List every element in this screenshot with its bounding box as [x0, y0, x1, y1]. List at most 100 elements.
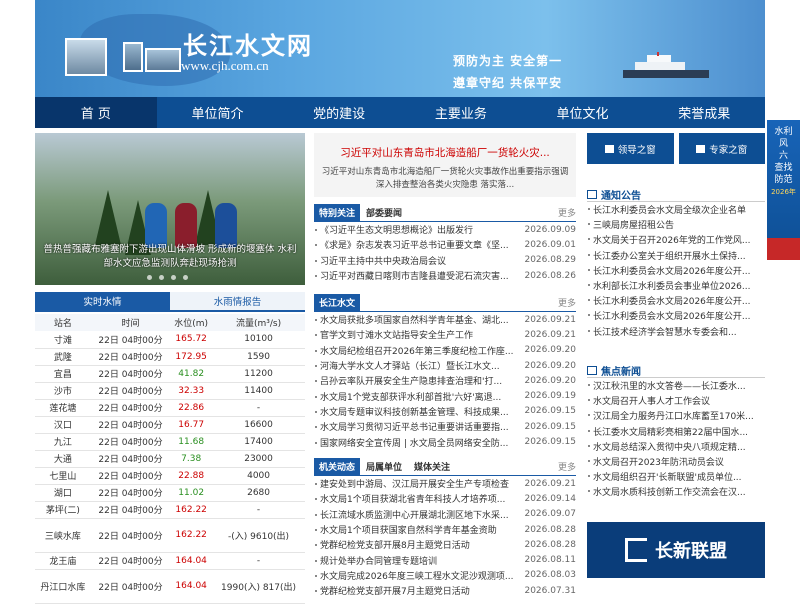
cjsw-news-item-title[interactable]: 水文局学习贯彻习近平总书记重要讲话重要指...: [314, 420, 522, 433]
agency-news-item[interactable]: 党群纪检党支部开展7月主题党日活动 2026.07.31: [314, 583, 576, 598]
agency-news-item[interactable]: 长江流域水质监测中心开展湖北测区地下水采... 2026.09.07: [314, 507, 576, 522]
station-name[interactable]: 莲花塘: [35, 399, 91, 417]
focus-news-item-text[interactable]: 水文局总结深入贯彻中央八项规定精...: [593, 440, 746, 453]
site-title[interactable]: 长江水文网: [183, 26, 313, 61]
agency-news-item[interactable]: 水文局1个项目获国家自然科学青年基金资助 2026.08.28: [314, 522, 576, 537]
expert-window-button[interactable]: 专家之窗: [678, 133, 765, 164]
cjsw-news-item[interactable]: 河海大学水文人才驿站（长江）暨长江水文... 2026.09.20: [314, 358, 576, 373]
focus-news-item[interactable]: 水文局组织召开'长新联盟'成员单位...: [587, 469, 765, 484]
cjsw-news-item-title[interactable]: 水文局专题审议科技创新基金管理、科技成果...: [314, 405, 522, 418]
nav-about[interactable]: 单位简介: [157, 97, 279, 128]
agency-news-item-title[interactable]: 水文局完成2026年度三峡工程水文泥沙观测项...: [314, 569, 522, 582]
station-name[interactable]: 汉口: [35, 416, 91, 434]
changxin-alliance-banner[interactable]: 长新联盟: [587, 522, 765, 578]
cjsw-news-item-title[interactable]: 官学文到寸滩水文站指导安全生产工作: [314, 328, 522, 341]
cjsw-more-link[interactable]: 更多: [558, 294, 576, 311]
nav-culture[interactable]: 单位文化: [522, 97, 644, 128]
notice-item-text[interactable]: 长江水利委员会水文局2026年度公开...: [593, 264, 751, 277]
tab-media[interactable]: 媒体关注: [408, 458, 456, 475]
focus-news-item[interactable]: 水文局水质科技创新工作交流会在汉...: [587, 484, 765, 499]
agency-news-item-title[interactable]: 党群纪检党支部开展7月主题党日活动: [314, 584, 522, 597]
notice-item[interactable]: 水文局关于召开2026年党的工作党风...: [587, 232, 765, 247]
cjsw-news-item[interactable]: 水文局纪检组召开2026年第三季度纪检工作座... 2026.09.20: [314, 343, 576, 358]
focus-news-item-text[interactable]: 长江委水文局精彩亮相第22届中国水...: [593, 425, 748, 438]
station-name[interactable]: 大通: [35, 450, 91, 468]
notice-item-text[interactable]: 水文局关于召开2026年党的工作党风...: [593, 233, 751, 246]
nav-home[interactable]: 首 页: [35, 97, 157, 128]
carousel-dot[interactable]: [159, 275, 164, 280]
special-news-item-title[interactable]: 《习近平生态文明思想概论》出版发行: [314, 223, 522, 236]
station-name[interactable]: 丹江口水库: [35, 569, 91, 604]
tab-special-focus[interactable]: 特别关注: [314, 204, 361, 221]
station-name[interactable]: 龙王庙: [35, 552, 91, 570]
notice-item[interactable]: 长江水利委员会水文局2026年度公开...: [587, 293, 765, 308]
side-floating-banner[interactable]: 水利 风 六 查找 防范 2026年: [767, 120, 800, 260]
agency-news-item-title[interactable]: 建安处到中游局、汉江局开展安全生产专项检查: [314, 477, 522, 490]
focus-news-item[interactable]: 长江委水文局精彩亮相第22届中国水...: [587, 424, 765, 439]
agency-news-item[interactable]: 党群纪检党支部开展8月主题党日活动 2026.08.28: [314, 537, 576, 552]
agency-news-item[interactable]: 建安处到中游局、汉江局开展安全生产专项检查 2026.09.21: [314, 476, 576, 491]
tab-cjsw[interactable]: 长江水文: [314, 294, 361, 311]
station-name[interactable]: 湖口: [35, 484, 91, 502]
special-news-item-title[interactable]: 《求是》杂志发表习近平总书记重要文章《坚...: [314, 238, 522, 251]
station-name[interactable]: 九江: [35, 433, 91, 451]
station-name[interactable]: 茅坪(二): [35, 501, 91, 519]
focus-news-item[interactable]: 水文局召开人事人才工作会议: [587, 393, 765, 408]
focus-news-item-text[interactable]: 水文局召开人事人才工作会议: [593, 394, 710, 407]
carousel-dot[interactable]: [183, 275, 188, 280]
tab-agency-news[interactable]: 机关动态: [314, 458, 361, 475]
agency-news-item-title[interactable]: 规计处举办合同管理专题培训: [314, 554, 522, 567]
focus-news-item[interactable]: 汉江局全力服务丹江口水库蓄至170米...: [587, 408, 765, 423]
special-news-item-title[interactable]: 习近平主持中共中央政治局会议: [314, 254, 522, 267]
focus-news-item[interactable]: 水文局召开2023年防汛动员会议: [587, 454, 765, 469]
focus-news-item-text[interactable]: 汉江局全力服务丹江口水库蓄至170米...: [593, 409, 754, 422]
headline-title[interactable]: 习近平对山东青岛市北海造船厂一货轮火灾...: [314, 145, 576, 160]
notice-item[interactable]: 长江技术经济学会智慧水专委会和...: [587, 324, 765, 339]
leader-window-button[interactable]: 领导之窗: [587, 133, 674, 164]
cjsw-news-item-title[interactable]: 水文局获批多项国家自然科学青年基金、湖北...: [314, 313, 522, 326]
cjsw-news-item[interactable]: 水文局获批多项国家自然科学青年基金、湖北... 2026.09.21: [314, 312, 576, 327]
cjsw-news-item-title[interactable]: 水文局纪检组召开2026年第三季度纪检工作座...: [314, 344, 522, 357]
notice-item[interactable]: 水利部长江水利委员会事业单位2026...: [587, 278, 765, 293]
notice-item-text[interactable]: 长江委办公室关于组织开展水土保持...: [593, 249, 746, 262]
cjsw-news-item-title[interactable]: 河海大学水文人才驿站（长江）暨长江水文...: [314, 359, 522, 372]
agency-news-item-title[interactable]: 水文局1个项目获湖北省青年科技人才培养项...: [314, 492, 522, 505]
carousel-dot[interactable]: [171, 275, 176, 280]
agency-news-item-title[interactable]: 长江流域水质监测中心开展湖北测区地下水采...: [314, 508, 522, 521]
notice-item-text[interactable]: 长江技术经济学会智慧水专委会和...: [593, 325, 737, 338]
hero-carousel[interactable]: 普热普强藏布雅塞附下游出现山体滑坡 形成新的堰塞体 水利部水文应急监测队奔赴现场…: [35, 133, 305, 285]
focus-news-item[interactable]: 汉江秋汛里的水文答卷——长江委水...: [587, 378, 765, 393]
special-news-item[interactable]: 习近平主持中共中央政治局会议 2026.08.29: [314, 253, 576, 268]
notice-item-text[interactable]: 三峡局房屋招租公告: [593, 218, 674, 231]
cjsw-news-item-title[interactable]: 水文局1个党支部获评水利部首批'六好'离退...: [314, 390, 522, 403]
notice-item[interactable]: 长江委办公室关于组织开展水土保持...: [587, 248, 765, 263]
special-more-link[interactable]: 更多: [558, 204, 576, 221]
station-name[interactable]: 沙市: [35, 382, 91, 400]
agency-news-item[interactable]: 规计处举办合同管理专题培训 2026.08.11: [314, 552, 576, 567]
nav-honors[interactable]: 荣誉成果: [643, 97, 765, 128]
cjsw-news-item[interactable]: 吕孙云率队开展安全生产隐患排查治理和'打... 2026.09.20: [314, 373, 576, 388]
notice-item-text[interactable]: 水利部长江水利委员会事业单位2026...: [593, 279, 751, 292]
special-news-item-title[interactable]: 习近平对西藏日喀则市吉隆县遭受泥石流灾害...: [314, 269, 522, 282]
agency-news-item-title[interactable]: 党群纪检党支部开展8月主题党日活动: [314, 538, 522, 551]
station-name[interactable]: 七里山: [35, 467, 91, 485]
cjsw-news-item[interactable]: 官学文到寸滩水文站指导安全生产工作 2026.09.21: [314, 327, 576, 342]
notice-item[interactable]: 长江水利委员会水文局2026年度公开...: [587, 263, 765, 278]
station-name[interactable]: 寸滩: [35, 331, 91, 349]
jgdt-more-link[interactable]: 更多: [558, 458, 576, 475]
hero-caption[interactable]: 普热普强藏布雅塞附下游出现山体滑坡 形成新的堰塞体 水利部水文应急监测队奔赴现场…: [41, 243, 299, 271]
notice-item[interactable]: 长江水利委员会水文局2026年度公开...: [587, 308, 765, 323]
tab-realtime-water[interactable]: 实时水情: [35, 292, 170, 310]
notice-item-text[interactable]: 长江水利委员会水文局全级次企业名单: [593, 203, 746, 216]
tab-units[interactable]: 局属单位: [360, 458, 408, 475]
focus-news-item-text[interactable]: 汉江秋汛里的水文答卷——长江委水...: [593, 379, 746, 392]
cjsw-news-item[interactable]: 水文局1个党支部获评水利部首批'六好'离退... 2026.09.19: [314, 388, 576, 403]
cjsw-news-item-title[interactable]: 国家网络安全宣传周 | 水文局全员网络安全防...: [314, 436, 522, 449]
station-name[interactable]: 宜昌: [35, 365, 91, 383]
cjsw-news-item[interactable]: 国家网络安全宣传周 | 水文局全员网络安全防... 2026.09.15: [314, 434, 576, 449]
agency-news-item[interactable]: 水文局完成2026年度三峡工程水文泥沙观测项... 2026.08.03: [314, 568, 576, 583]
notice-item[interactable]: 长江水利委员会水文局全级次企业名单: [587, 202, 765, 217]
nav-party[interactable]: 党的建设: [278, 97, 400, 128]
notice-item[interactable]: 三峡局房屋招租公告: [587, 217, 765, 232]
special-news-item[interactable]: 习近平对西藏日喀则市吉隆县遭受泥石流灾害... 2026.08.26: [314, 268, 576, 283]
